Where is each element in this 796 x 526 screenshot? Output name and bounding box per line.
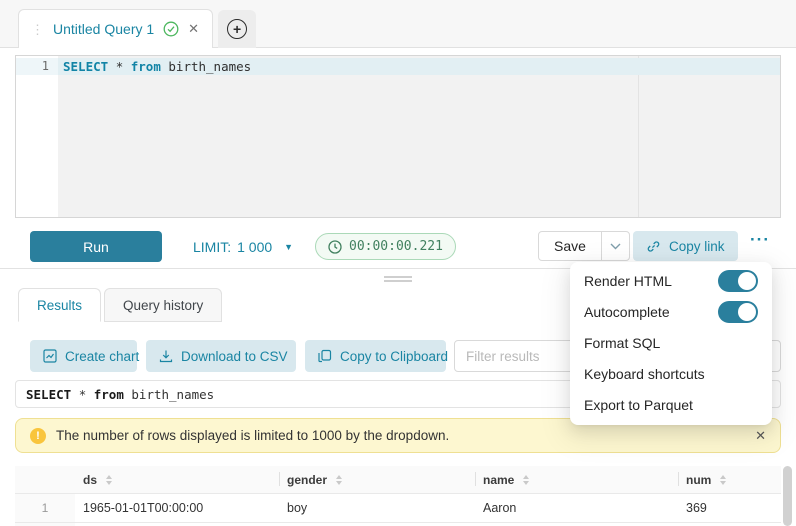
menu-item-render-html[interactable]: Render HTML <box>570 265 772 296</box>
cell-gender: boy <box>279 494 475 522</box>
query-tab-bar: ⋮ Untitled Query 1 ✕ + <box>0 0 796 48</box>
save-split-button: Save <box>538 231 630 261</box>
results-table: ds gender name num 1 1965-01-01T00:00:00… <box>15 466 781 526</box>
autocomplete-toggle[interactable] <box>718 301 758 323</box>
menu-item-keyboard-shortcuts[interactable]: Keyboard shortcuts <box>570 358 772 389</box>
column-header-gender[interactable]: gender <box>279 466 475 493</box>
elapsed-time: 00:00:00.221 <box>349 239 443 254</box>
column-label: num <box>686 473 711 487</box>
save-dropdown-button[interactable] <box>601 232 629 260</box>
render-html-toggle[interactable] <box>718 270 758 292</box>
tab-query-history[interactable]: Query history <box>104 288 222 322</box>
menu-item-label: Format SQL <box>584 335 660 351</box>
editor-gutter <box>16 56 58 217</box>
sql-keyword: SELECT <box>26 387 71 402</box>
query-timer-badge: 00:00:00.221 <box>315 233 456 260</box>
menu-item-format-sql[interactable]: Format SQL <box>570 327 772 358</box>
sort-icon[interactable] <box>720 475 726 485</box>
table-header-row: ds gender name num <box>15 466 781 494</box>
copy-icon <box>318 349 332 363</box>
run-button[interactable]: Run <box>30 231 162 262</box>
menu-item-label: Render HTML <box>584 273 672 289</box>
banner-text: The number of rows displayed is limited … <box>56 428 449 443</box>
pane-resize-handle[interactable] <box>384 276 412 284</box>
drag-handle-icon[interactable]: ⋮ <box>31 23 44 36</box>
tab-close-icon[interactable]: ✕ <box>188 21 199 37</box>
column-label: ds <box>83 473 97 487</box>
results-tab-bar: Results Query history <box>18 288 222 322</box>
save-button[interactable]: Save <box>539 232 601 260</box>
create-chart-button[interactable]: Create chart <box>30 340 137 372</box>
row-index: 1 <box>15 494 75 522</box>
limit-dropdown[interactable]: LIMIT: 1 000 ▼ <box>193 239 293 255</box>
add-tab-button[interactable]: + <box>218 10 256 48</box>
menu-item-label: Export to Parquet <box>584 397 693 413</box>
tab-results[interactable]: Results <box>18 288 101 322</box>
sql-operator: * <box>79 387 87 402</box>
limit-value: 1 000 <box>237 239 272 255</box>
cell-num: 369 <box>678 494 781 522</box>
sql-keyword: SELECT <box>63 59 108 74</box>
sql-editor[interactable]: 1 SELECT * from birth_names <box>15 55 781 218</box>
clock-icon <box>328 240 342 254</box>
create-chart-label: Create chart <box>65 349 139 364</box>
sql-keyword: from <box>94 387 124 402</box>
chart-icon <box>43 349 57 363</box>
menu-item-export-parquet[interactable]: Export to Parquet <box>570 389 772 420</box>
ellipsis-icon: ··· <box>750 230 770 249</box>
query-success-check-icon <box>163 21 179 37</box>
sql-identifier: birth_names <box>168 59 251 74</box>
download-csv-button[interactable]: Download to CSV <box>146 340 296 372</box>
chevron-down-icon <box>610 243 621 250</box>
column-label: gender <box>287 473 327 487</box>
editor-print-margin <box>638 56 639 217</box>
tab-untitled-query[interactable]: ⋮ Untitled Query 1 ✕ <box>18 9 213 48</box>
banner-close-icon[interactable]: ✕ <box>755 428 766 444</box>
copy-clipboard-button[interactable]: Copy to Clipboard <box>305 340 446 372</box>
editor-code-line[interactable]: SELECT * from birth_names <box>63 58 251 75</box>
more-options-button[interactable]: ··· <box>750 230 770 250</box>
column-label: name <box>483 473 514 487</box>
sort-icon[interactable] <box>523 475 529 485</box>
menu-item-autocomplete[interactable]: Autocomplete <box>570 296 772 327</box>
download-csv-label: Download to CSV <box>181 349 288 364</box>
limit-label: LIMIT: <box>193 239 231 255</box>
download-icon <box>159 349 173 363</box>
sort-icon[interactable] <box>336 475 342 485</box>
tab-label: Untitled Query 1 <box>53 21 154 37</box>
sql-keyword: from <box>131 59 161 74</box>
menu-item-label: Autocomplete <box>584 304 670 320</box>
column-header-name[interactable]: name <box>475 466 678 493</box>
column-header-ds[interactable]: ds <box>75 466 279 493</box>
table-scrollbar[interactable] <box>783 466 792 526</box>
copy-link-label: Copy link <box>669 239 725 254</box>
warning-icon: ! <box>30 428 46 444</box>
column-header-num[interactable]: num <box>678 466 781 493</box>
more-options-menu: Render HTML Autocomplete Format SQL Keyb… <box>570 262 772 425</box>
table-row[interactable]: 1 1965-01-01T00:00:00 boy Aaron 369 <box>15 494 781 523</box>
sort-icon[interactable] <box>106 475 112 485</box>
copy-link-button[interactable]: Copy link <box>633 231 738 261</box>
copy-clipboard-label: Copy to Clipboard <box>340 349 448 364</box>
sql-identifier: birth_names <box>131 387 214 402</box>
cell-ds: 1965-01-01T00:00:00 <box>75 494 279 522</box>
row-index-header <box>15 466 75 493</box>
editor-line-number: 1 <box>16 58 49 75</box>
cell-name: Aaron <box>475 494 678 522</box>
link-icon <box>646 239 661 254</box>
caret-down-icon: ▼ <box>284 242 293 252</box>
menu-item-label: Keyboard shortcuts <box>584 366 705 382</box>
plus-icon: + <box>227 19 247 39</box>
